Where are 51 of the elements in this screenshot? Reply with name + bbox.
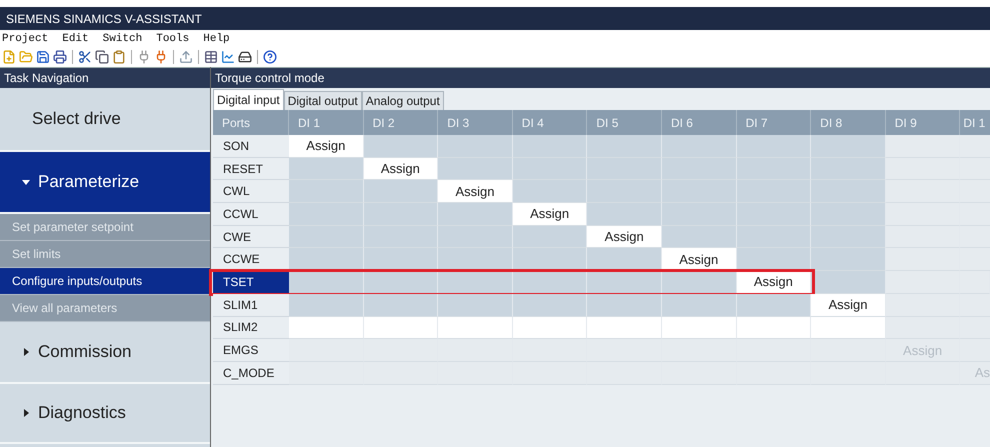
menu-item[interactable]: Switch xyxy=(102,33,142,45)
help-icon[interactable] xyxy=(263,50,277,64)
menu-item[interactable]: Tools xyxy=(156,33,190,45)
port-cell[interactable]: SLIM2 xyxy=(213,316,289,340)
column-header: DI 9 xyxy=(886,110,960,135)
panel-header: Torque control mode xyxy=(211,67,990,88)
assign-cell[interactable]: Assign xyxy=(811,294,886,316)
column-header: DI 6 xyxy=(662,110,737,135)
column-header: DI 1 xyxy=(960,110,990,135)
cut-icon[interactable] xyxy=(78,50,92,64)
panel-header: Task Navigation xyxy=(0,67,210,88)
assign-cell[interactable]: Assign xyxy=(438,180,513,204)
menu-item[interactable]: Edit xyxy=(62,33,89,45)
tab[interactable]: Analog output xyxy=(362,91,444,110)
column-header: DI 3 xyxy=(438,110,513,135)
caret-right-icon xyxy=(22,348,30,356)
print-icon[interactable] xyxy=(53,50,67,64)
column-header: DI 7 xyxy=(736,110,812,135)
port-cell[interactable]: SLIM1 xyxy=(213,294,289,316)
column-header: DI 5 xyxy=(587,110,662,135)
assign-cell[interactable]: Assign xyxy=(289,135,364,158)
assign-cell[interactable]: Assign xyxy=(512,203,588,226)
column-header: DI 2 xyxy=(364,110,438,135)
menu-item[interactable]: Project xyxy=(2,33,48,45)
menu-item[interactable]: Help xyxy=(203,33,230,45)
tab[interactable]: Digital output xyxy=(284,91,362,110)
assign-cell[interactable]: Assign xyxy=(736,271,812,294)
assign-cell[interactable]: Assign xyxy=(662,248,737,272)
table-icon[interactable] xyxy=(204,50,218,64)
column-header: DI 4 xyxy=(512,110,588,135)
plug-icon[interactable] xyxy=(137,50,151,64)
plug-icon[interactable] xyxy=(154,50,168,64)
chart-icon[interactable] xyxy=(221,50,235,64)
assign-cell[interactable]: Assign xyxy=(364,158,438,180)
caret-down-icon xyxy=(22,178,30,186)
port-cell[interactable]: RESET xyxy=(213,158,289,180)
window-title: SIEMENS SINAMICS V-ASSISTANT xyxy=(0,7,990,30)
assign-cell[interactable]: Assign xyxy=(587,226,662,248)
nav-section[interactable]: Parameterize xyxy=(0,152,210,214)
paste-icon[interactable] xyxy=(112,50,126,64)
column-header: DI 8 xyxy=(811,110,886,135)
save-icon[interactable] xyxy=(36,50,50,64)
upload-icon[interactable] xyxy=(179,50,193,64)
caret-right-icon xyxy=(22,409,30,417)
column-header: DI 1 xyxy=(289,110,364,135)
drive-icon[interactable] xyxy=(238,50,252,64)
tab[interactable]: Digital input xyxy=(213,89,284,110)
column-header: Ports xyxy=(213,110,289,135)
nav-item[interactable]: Configure inputs/outputs xyxy=(0,268,210,295)
copy-icon[interactable] xyxy=(95,50,109,64)
port-cell[interactable]: TSET xyxy=(213,271,289,294)
